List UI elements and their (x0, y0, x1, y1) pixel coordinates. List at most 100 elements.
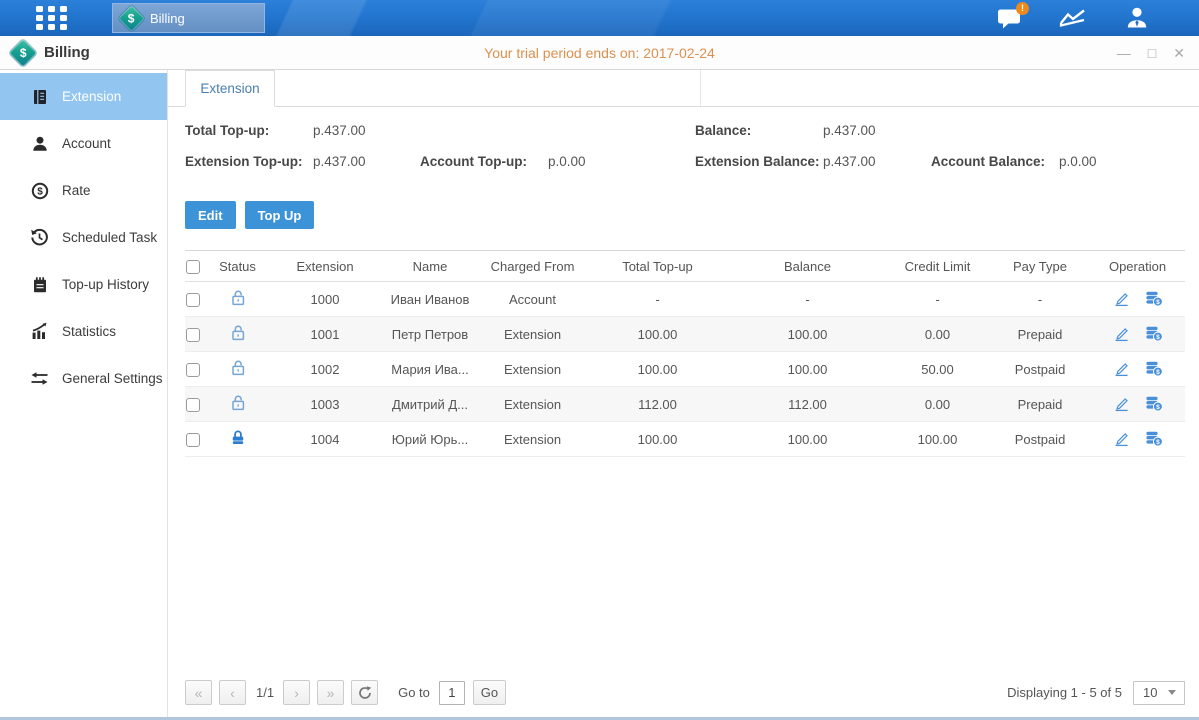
sidebar-item-rate[interactable]: $ Rate (0, 167, 167, 214)
top-up-icon[interactable]: $ (1145, 326, 1163, 342)
topbar: $ Billing ! (0, 0, 1199, 36)
goto-page-input[interactable] (439, 681, 465, 705)
taskbar-billing-tab[interactable]: $ Billing (112, 3, 265, 33)
top-up-icon[interactable]: $ (1145, 431, 1163, 447)
row-checkbox[interactable] (186, 328, 200, 342)
account-icon (30, 134, 49, 153)
messages-icon[interactable]: ! (995, 6, 1023, 30)
edit-icon[interactable] (1113, 291, 1130, 307)
svg-text:$: $ (1156, 404, 1160, 411)
name-cell: Дмитрий Д... (380, 397, 480, 412)
app-grid-icon[interactable] (36, 6, 69, 31)
pay-type-cell: Postpaid (990, 362, 1090, 377)
sidebar-item-scheduled-task[interactable]: Scheduled Task (0, 214, 167, 261)
sidebar-item-label: Scheduled Task (62, 230, 157, 245)
sidebar-item-general-settings[interactable]: General Settings (0, 355, 167, 402)
extension-icon (30, 87, 49, 106)
page-indicator: 1/1 (256, 685, 274, 700)
balance-cell: 100.00 (730, 327, 885, 342)
page-size-select[interactable]: 10 (1133, 681, 1185, 705)
table-row[interactable]: 1000 Иван Иванов Account - - - - $ (185, 282, 1185, 317)
row-checkbox[interactable] (186, 433, 200, 447)
body-area: Extension Account $ Rate (0, 70, 1199, 717)
table-row[interactable]: 1001 Петр Петров Extension 100.00 100.00… (185, 317, 1185, 352)
table-row[interactable]: 1002 Мария Ива... Extension 100.00 100.0… (185, 352, 1185, 387)
col-balance: Balance (730, 259, 885, 274)
table-header: Status Extension Name Charged From Total… (185, 251, 1185, 282)
tab-extension[interactable]: Extension (185, 70, 275, 107)
col-status: Status (205, 259, 270, 274)
sidebar-item-statistics[interactable]: Statistics (0, 308, 167, 355)
credit-limit-cell: 0.00 (885, 397, 990, 412)
status-lock-icon[interactable] (230, 394, 246, 411)
total-topup-cell: - (585, 292, 730, 307)
topbar-icons: ! (995, 0, 1151, 36)
balance-cell: 100.00 (730, 432, 885, 447)
resource-monitor-icon[interactable] (1059, 6, 1087, 30)
top-up-button[interactable]: Top Up (245, 201, 315, 229)
main-content: Extension Total Top-up: p.437.00 Balance… (168, 70, 1199, 717)
status-lock-icon[interactable] (230, 429, 246, 446)
sidebar-item-topup-history[interactable]: Top-up History (0, 261, 167, 308)
edit-button[interactable]: Edit (185, 201, 236, 229)
status-lock-icon[interactable] (230, 289, 246, 306)
balance-cell: 100.00 (730, 362, 885, 377)
edit-icon[interactable] (1113, 396, 1130, 412)
status-lock-icon[interactable] (230, 359, 246, 376)
status-lock-icon[interactable] (230, 324, 246, 341)
prev-page-button[interactable]: ‹ (219, 680, 246, 705)
refresh-button[interactable] (351, 680, 378, 705)
billing-title-icon: $ (9, 38, 37, 66)
window-controls: — □ ✕ (1117, 36, 1185, 70)
minimize-button[interactable]: — (1117, 46, 1131, 60)
extension-topup-value: p.437.00 (313, 154, 366, 169)
select-all-checkbox[interactable] (186, 260, 200, 274)
sidebar-item-label: Statistics (62, 324, 116, 339)
edit-icon[interactable] (1113, 326, 1130, 342)
user-icon[interactable] (1123, 6, 1151, 30)
credit-limit-cell: 100.00 (885, 432, 990, 447)
name-cell: Юрий Юрь... (380, 432, 480, 447)
name-cell: Петр Петров (380, 327, 480, 342)
last-page-button[interactable]: » (317, 680, 344, 705)
charged-from-cell: Extension (480, 327, 585, 342)
edit-icon[interactable] (1113, 431, 1130, 447)
rate-icon: $ (30, 181, 49, 200)
first-page-button[interactable]: « (185, 680, 212, 705)
extension-topup-label: Extension Top-up: (185, 154, 313, 169)
row-checkbox[interactable] (186, 293, 200, 307)
sidebar-item-label: Account (62, 136, 111, 151)
row-checkbox[interactable] (186, 398, 200, 412)
name-cell: Иван Иванов (380, 292, 480, 307)
maximize-button[interactable]: □ (1148, 46, 1156, 60)
top-up-icon[interactable]: $ (1145, 396, 1163, 412)
table-row[interactable]: 1003 Дмитрий Д... Extension 112.00 112.0… (185, 387, 1185, 422)
table-row[interactable]: 1004 Юрий Юрь... Extension 100.00 100.00… (185, 422, 1185, 457)
top-up-icon[interactable]: $ (1145, 361, 1163, 377)
pay-type-cell: Prepaid (990, 327, 1090, 342)
credit-limit-cell: 50.00 (885, 362, 990, 377)
next-page-button[interactable]: › (283, 680, 310, 705)
extension-cell: 1000 (270, 292, 380, 307)
close-button[interactable]: ✕ (1173, 46, 1185, 60)
col-charged-from: Charged From (480, 259, 585, 274)
svg-text:$: $ (1156, 369, 1160, 376)
sidebar-item-account[interactable]: Account (0, 120, 167, 167)
balance-cell: - (730, 292, 885, 307)
extension-cell: 1003 (270, 397, 380, 412)
account-balance-value: p.0.00 (1059, 154, 1097, 169)
edit-icon[interactable] (1113, 361, 1130, 377)
svg-text:$: $ (1156, 299, 1160, 306)
top-up-icon[interactable]: $ (1145, 291, 1163, 307)
go-button[interactable]: Go (473, 680, 506, 705)
balance-label: Balance: (695, 123, 823, 138)
extension-cell: 1004 (270, 432, 380, 447)
sidebar-item-label: Rate (62, 183, 91, 198)
svg-text:$: $ (37, 186, 43, 197)
balance-value: p.437.00 (823, 123, 876, 138)
sidebar-item-extension[interactable]: Extension (0, 73, 167, 120)
pay-type-cell: Postpaid (990, 432, 1090, 447)
row-checkbox[interactable] (186, 363, 200, 377)
tab-strip: Extension (168, 70, 1199, 107)
credit-limit-cell: 0.00 (885, 327, 990, 342)
